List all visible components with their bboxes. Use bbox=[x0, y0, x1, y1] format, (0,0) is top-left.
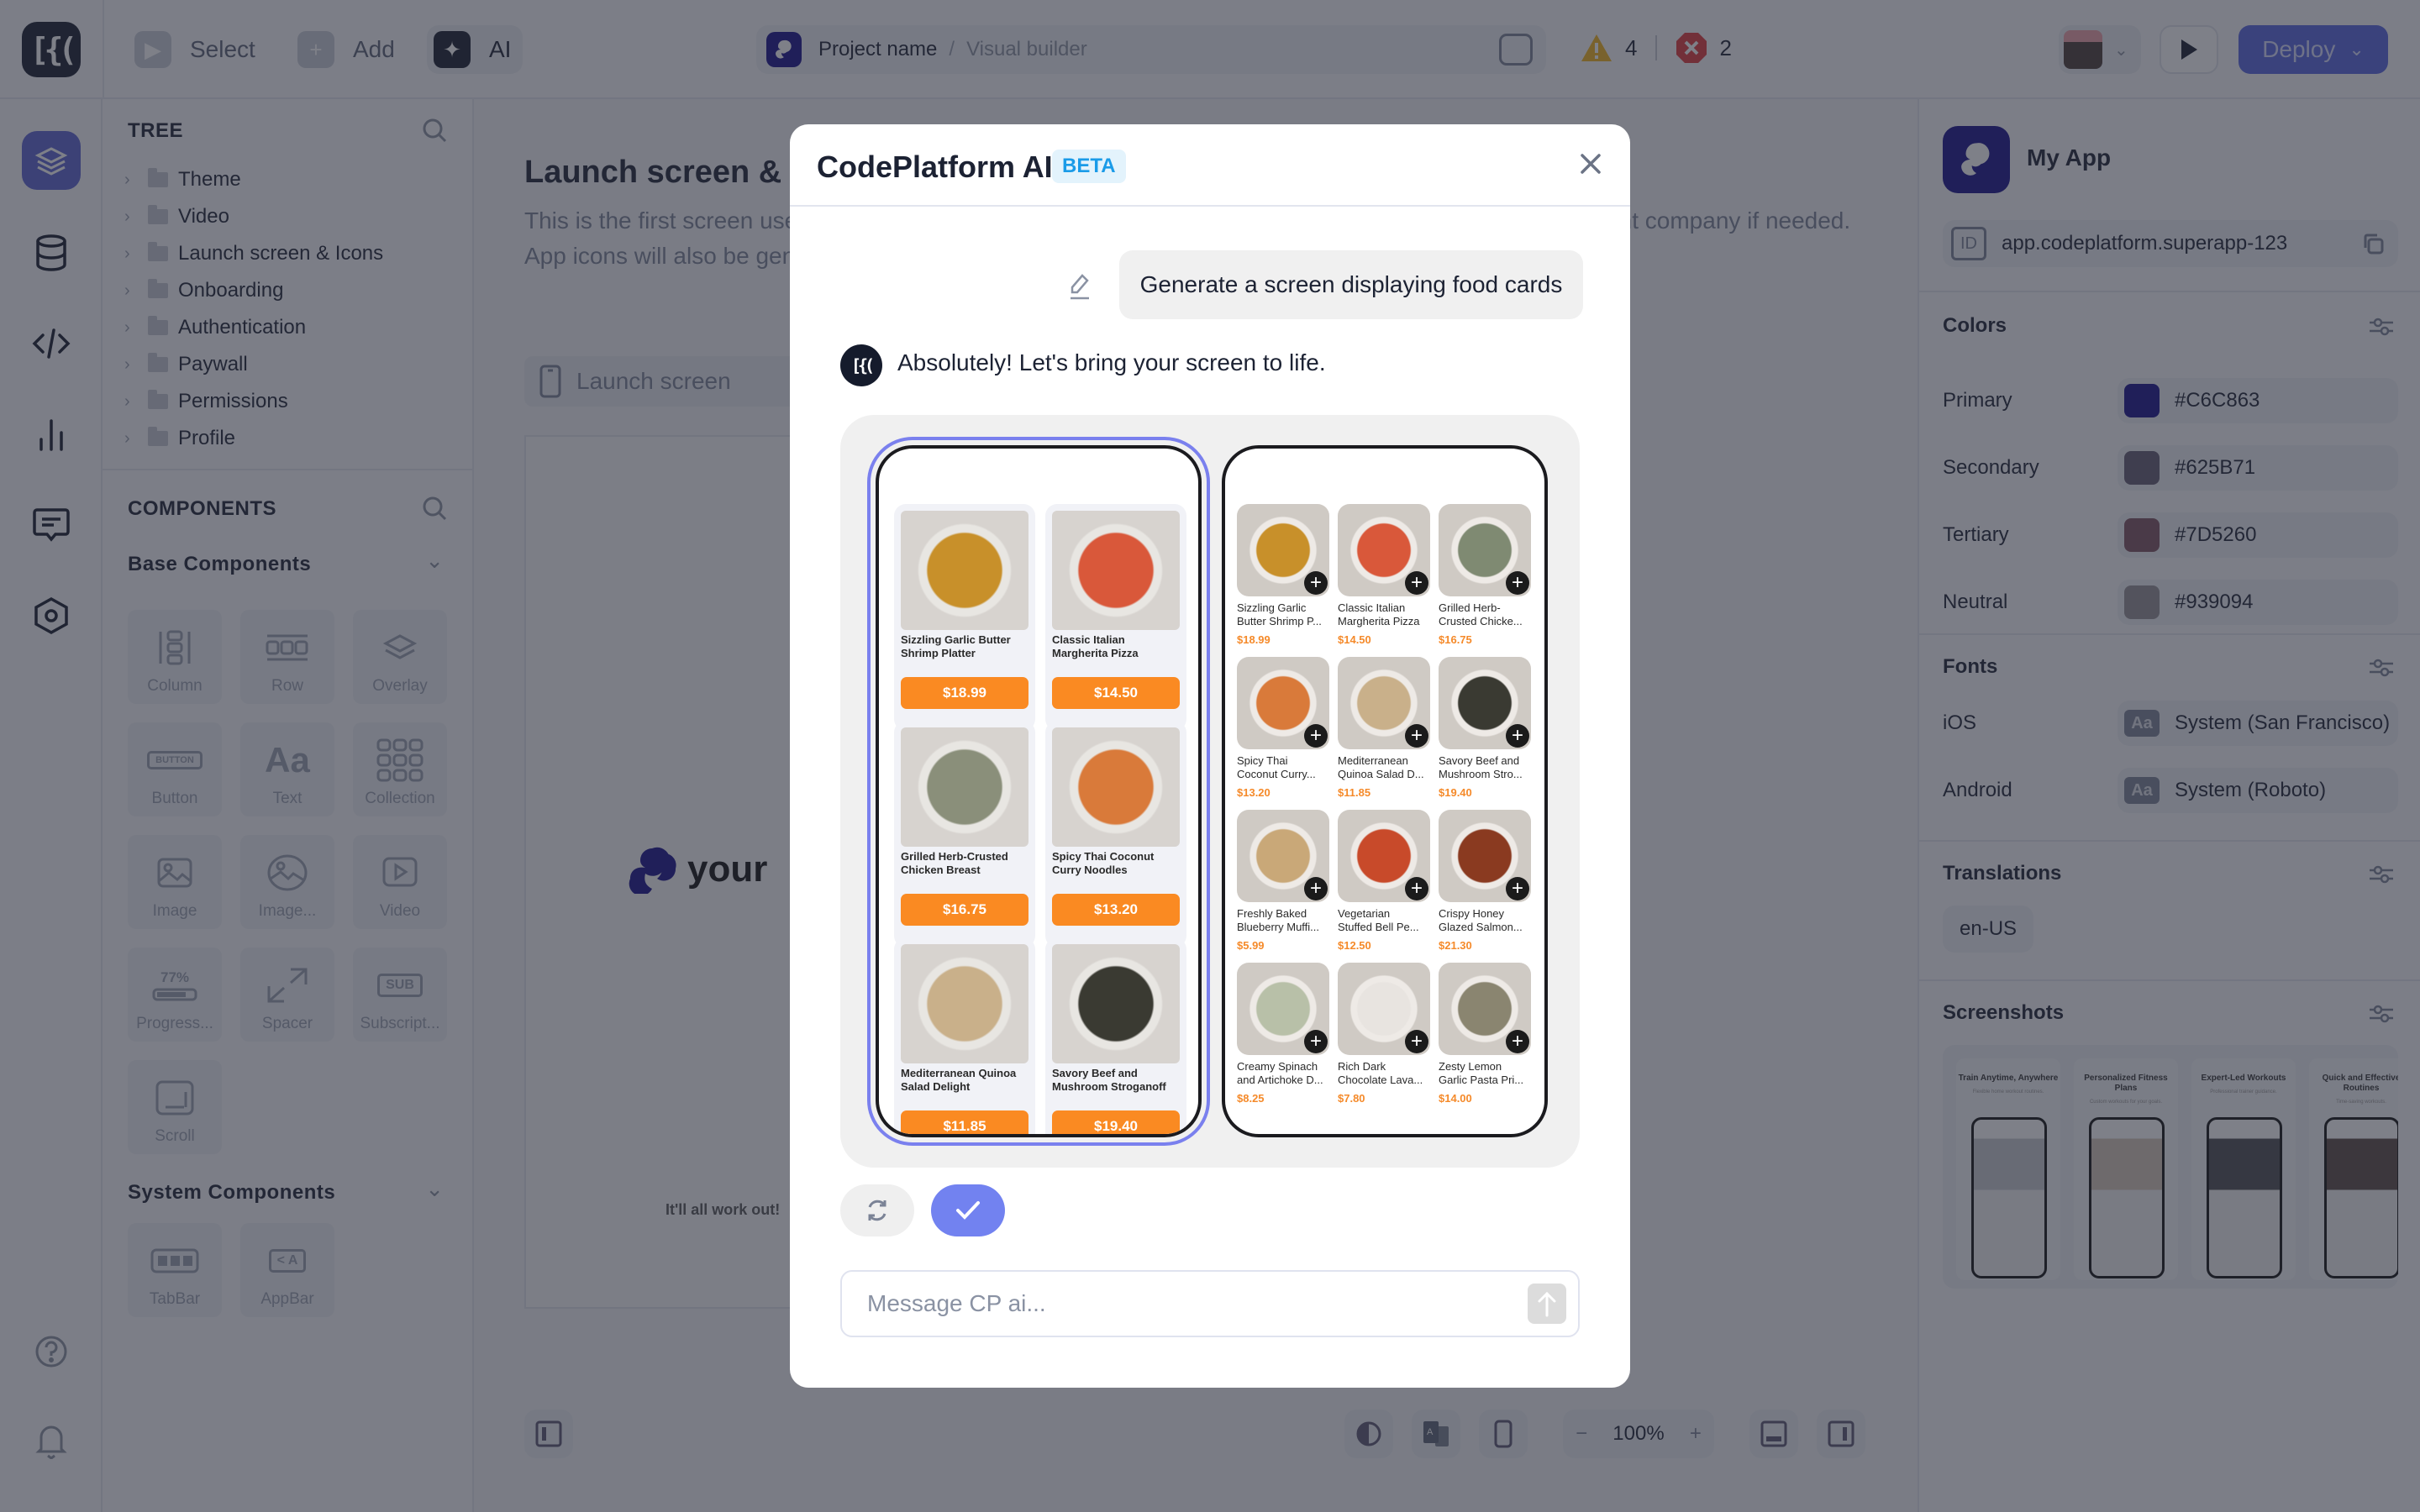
add-button[interactable]: + bbox=[1304, 1030, 1328, 1053]
add-button[interactable]: + bbox=[1405, 571, 1428, 595]
food-tile[interactable]: + Spicy Thai Coconut Curry... $13.20 bbox=[1237, 657, 1329, 805]
food-image bbox=[1052, 511, 1180, 630]
dialog-header: CodePlatform AI BETA bbox=[790, 124, 1630, 207]
food-tile[interactable]: + Vegetarian Stuffed Bell Pe... $12.50 bbox=[1338, 810, 1430, 958]
regenerate-button[interactable] bbox=[840, 1184, 914, 1236]
food-price: $19.40 bbox=[1439, 786, 1472, 799]
food-price: $12.50 bbox=[1338, 939, 1371, 952]
food-name: Rich Dark Chocolate Lava... bbox=[1338, 1060, 1423, 1086]
app-root: [{( ▶ Select + Add ✦ AI Project name / V… bbox=[0, 0, 2420, 1512]
food-tile[interactable]: + Classic Italian Margherita Pizza $14.50 bbox=[1338, 504, 1430, 652]
food-tile[interactable]: + Sizzling Garlic Butter Shrimp P... $18.9… bbox=[1237, 504, 1329, 652]
option-a-preview[interactable]: Sizzling Garlic Butter Shrimp Platter $18… bbox=[867, 437, 1210, 1146]
send-button[interactable] bbox=[1528, 1284, 1566, 1324]
arrow-up-icon bbox=[1538, 1291, 1556, 1317]
food-price: $5.99 bbox=[1237, 939, 1265, 952]
food-name: Mediterranean Quinoa Salad Delight bbox=[901, 1067, 1017, 1093]
food-image bbox=[901, 511, 1028, 630]
add-button[interactable]: + bbox=[1405, 877, 1428, 900]
food-name: Classic Italian Margherita Pizza bbox=[1338, 601, 1420, 627]
price-button[interactable]: $19.40 bbox=[1052, 1110, 1180, 1134]
price-button[interactable]: $16.75 bbox=[901, 894, 1028, 926]
food-card[interactable]: Savory Beef and Mushroom Stroganoff $19.4… bbox=[1045, 937, 1186, 1134]
food-name: Sizzling Garlic Butter Shrimp Platter bbox=[901, 633, 1011, 659]
user-message: Generate a screen displaying food cards bbox=[1119, 250, 1583, 319]
food-price: $16.75 bbox=[1439, 633, 1472, 646]
food-card[interactable]: Classic Italian Margherita Pizza $14.50 bbox=[1045, 504, 1186, 731]
add-button[interactable]: + bbox=[1405, 724, 1428, 748]
food-tile[interactable]: + Savory Beef and Mushroom Stro... $19.40 bbox=[1439, 657, 1531, 805]
food-name: Crispy Honey Glazed Salmon... bbox=[1439, 907, 1523, 933]
food-name: Savory Beef and Mushroom Stro... bbox=[1439, 754, 1523, 780]
add-button[interactable]: + bbox=[1304, 877, 1328, 900]
food-price: $18.99 bbox=[1237, 633, 1270, 646]
ai-message: Absolutely! Let's bring your screen to l… bbox=[897, 349, 1326, 375]
add-button[interactable]: + bbox=[1405, 1030, 1428, 1053]
food-name: Zesty Lemon Garlic Pasta Pri... bbox=[1439, 1060, 1524, 1086]
edit-icon[interactable] bbox=[1067, 272, 1092, 301]
ai-avatar: [{( bbox=[840, 344, 882, 386]
price-button[interactable]: $14.50 bbox=[1052, 677, 1180, 709]
add-button[interactable]: + bbox=[1506, 1030, 1529, 1053]
refresh-icon bbox=[868, 1200, 886, 1221]
close-icon bbox=[1581, 154, 1601, 174]
food-image bbox=[1052, 944, 1180, 1063]
food-price: $14.50 bbox=[1338, 633, 1371, 646]
food-price: $7.80 bbox=[1338, 1092, 1365, 1105]
food-name: Grilled Herb-Crusted Chicken Breast bbox=[901, 850, 1008, 876]
food-tile[interactable]: + Zesty Lemon Garlic Pasta Pri... $14.00 bbox=[1439, 963, 1531, 1110]
dialog-title: CodePlatform AI bbox=[817, 150, 1053, 184]
food-tile[interactable]: + Creamy Spinach and Artichoke D... $8.25 bbox=[1237, 963, 1329, 1110]
add-button[interactable]: + bbox=[1506, 877, 1529, 900]
food-name: Vegetarian Stuffed Bell Pe... bbox=[1338, 907, 1419, 933]
food-image bbox=[901, 727, 1028, 847]
food-price: $13.20 bbox=[1237, 786, 1270, 799]
add-button[interactable]: + bbox=[1506, 571, 1529, 595]
generated-options: Sizzling Garlic Butter Shrimp Platter $18… bbox=[840, 415, 1580, 1168]
add-button[interactable]: + bbox=[1304, 724, 1328, 748]
food-name: Mediterranean Quinoa Salad D... bbox=[1338, 754, 1424, 780]
food-card[interactable]: Spicy Thai Coconut Curry Noodles $13.20 bbox=[1045, 721, 1186, 948]
food-tile[interactable]: + Crispy Honey Glazed Salmon... $21.30 bbox=[1439, 810, 1531, 958]
food-tile[interactable]: + Mediterranean Quinoa Salad D... $11.85 bbox=[1338, 657, 1430, 805]
beta-badge: BETA bbox=[1052, 150, 1126, 183]
food-tile[interactable]: + Grilled Herb- Crusted Chicke... $16.75 bbox=[1439, 504, 1531, 652]
food-price: $14.00 bbox=[1439, 1092, 1472, 1105]
option-b-preview[interactable]: + Sizzling Garlic Butter Shrimp P... $18.9… bbox=[1222, 445, 1548, 1137]
food-image bbox=[1052, 727, 1180, 847]
food-name: Savory Beef and Mushroom Stroganoff bbox=[1052, 1067, 1166, 1093]
food-name: Creamy Spinach and Artichoke D... bbox=[1237, 1060, 1323, 1086]
food-name: Freshly Baked Blueberry Muffi... bbox=[1237, 907, 1320, 933]
food-price: $21.30 bbox=[1439, 939, 1472, 952]
food-price: $11.85 bbox=[1338, 786, 1371, 799]
price-button[interactable]: $11.85 bbox=[901, 1110, 1028, 1134]
food-tile[interactable]: + Rich Dark Chocolate Lava... $7.80 bbox=[1338, 963, 1430, 1110]
add-button[interactable]: + bbox=[1304, 571, 1328, 595]
add-button[interactable]: + bbox=[1506, 724, 1529, 748]
food-image bbox=[901, 944, 1028, 1063]
close-button[interactable] bbox=[1576, 151, 1605, 180]
message-input-wrapper bbox=[840, 1270, 1580, 1337]
price-button[interactable]: $18.99 bbox=[901, 677, 1028, 709]
food-card[interactable]: Mediterranean Quinoa Salad Delight $11.85 bbox=[894, 937, 1035, 1134]
food-name: Spicy Thai Coconut Curry Noodles bbox=[1052, 850, 1155, 876]
food-price: $8.25 bbox=[1237, 1092, 1265, 1105]
accept-button[interactable] bbox=[931, 1184, 1005, 1236]
food-card[interactable]: Grilled Herb-Crusted Chicken Breast $16.7… bbox=[894, 721, 1035, 948]
check-icon bbox=[956, 1201, 980, 1220]
food-name: Grilled Herb- Crusted Chicke... bbox=[1439, 601, 1523, 627]
food-tile[interactable]: + Freshly Baked Blueberry Muffi... $5.99 bbox=[1237, 810, 1329, 958]
price-button[interactable]: $13.20 bbox=[1052, 894, 1180, 926]
ai-dialog: CodePlatform AI BETA Generate a screen d… bbox=[790, 124, 1630, 1388]
message-input[interactable] bbox=[867, 1290, 1523, 1317]
food-name: Spicy Thai Coconut Curry... bbox=[1237, 754, 1316, 780]
food-card[interactable]: Sizzling Garlic Butter Shrimp Platter $18… bbox=[894, 504, 1035, 731]
food-name: Sizzling Garlic Butter Shrimp P... bbox=[1237, 601, 1322, 627]
food-name: Classic Italian Margherita Pizza bbox=[1052, 633, 1139, 659]
